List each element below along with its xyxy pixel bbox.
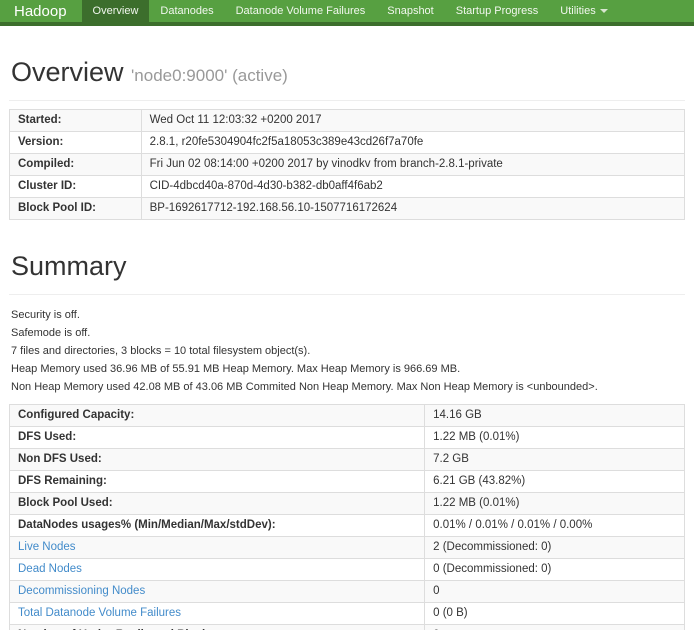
info-value-cluster-id: CID-4dbcd40a-870d-4d30-b382-db0aff4f6ab2 — [141, 176, 684, 198]
summary-heading: Summary — [11, 251, 685, 282]
tab-utilities-dropdown[interactable]: Utilities — [549, 0, 618, 22]
info-label-block-pool-id: Block Pool ID: — [10, 198, 142, 220]
info-value-block-pool-id: BP-1692617712-192.168.56.10-150771617262… — [141, 198, 684, 220]
table-row: Block Pool ID: BP-1692617712-192.168.56.… — [10, 198, 685, 220]
summary-label-configured-capacity: Configured Capacity: — [10, 405, 425, 427]
summary-value-live-nodes: 2 (Decommissioned: 0) — [425, 537, 685, 559]
summary-status-lines: Security is off. Safemode is off. 7 file… — [11, 309, 685, 394]
summary-value-datanode-usages: 0.01% / 0.01% / 0.01% / 0.00% — [425, 515, 685, 537]
live-nodes-link[interactable]: Live Nodes — [18, 541, 76, 553]
info-value-compiled: Fri Jun 02 08:14:00 +0200 2017 by vinodk… — [141, 154, 684, 176]
decommissioning-nodes-link[interactable]: Decommissioning Nodes — [18, 585, 145, 597]
summary-label-dfs-remaining: DFS Remaining: — [10, 471, 425, 493]
table-row: Compiled: Fri Jun 02 08:14:00 +0200 2017… — [10, 154, 685, 176]
table-row: Live Nodes 2 (Decommissioned: 0) — [10, 537, 685, 559]
overview-title: Overview — [11, 57, 124, 87]
summary-table: Configured Capacity: 14.16 GB DFS Used: … — [9, 404, 685, 630]
navbar-brand[interactable]: Hadoop — [0, 0, 82, 22]
overview-heading: Overview 'node0:9000' (active) — [11, 57, 685, 88]
summary-label-dfs-used: DFS Used: — [10, 427, 425, 449]
non-heap-memory-status: Non Heap Memory used 42.08 MB of 43.06 M… — [11, 381, 685, 394]
summary-value-decommissioning-nodes: 0 — [425, 581, 685, 603]
table-row: Number of Under-Replicated Blocks 0 — [10, 625, 685, 630]
tab-overview[interactable]: Overview — [82, 0, 150, 22]
summary-value-non-dfs-used: 7.2 GB — [425, 449, 685, 471]
summary-value-volume-failures: 0 (0 B) — [425, 603, 685, 625]
summary-value-dfs-used: 1.22 MB (0.01%) — [425, 427, 685, 449]
filesystem-objects-status: 7 files and directories, 3 blocks = 10 t… — [11, 345, 685, 358]
total-datanode-volume-failures-link[interactable]: Total Datanode Volume Failures — [18, 607, 181, 619]
safemode-status: Safemode is off. — [11, 327, 685, 340]
summary-value-dead-nodes: 0 (Decommissioned: 0) — [425, 559, 685, 581]
tab-utilities-label: Utilities — [560, 5, 595, 17]
table-row: Version: 2.8.1, r20fe5304904fc2f5a18053c… — [10, 132, 685, 154]
info-label-version: Version: — [10, 132, 142, 154]
caret-down-icon — [600, 9, 608, 13]
tab-snapshot[interactable]: Snapshot — [376, 0, 444, 22]
summary-value-under-replicated-blocks: 0 — [425, 625, 685, 630]
namenode-address: 'node0:9000' (active) — [131, 66, 288, 85]
info-value-started: Wed Oct 11 12:03:32 +0200 2017 — [141, 110, 684, 132]
table-row: DFS Remaining: 6.21 GB (43.82%) — [10, 471, 685, 493]
security-status: Security is off. — [11, 309, 685, 322]
summary-value-configured-capacity: 14.16 GB — [425, 405, 685, 427]
heading-divider — [9, 294, 685, 295]
table-row: DataNodes usages% (Min/Median/Max/stdDev… — [10, 515, 685, 537]
tab-startup-progress[interactable]: Startup Progress — [445, 0, 550, 22]
info-value-version: 2.8.1, r20fe5304904fc2f5a18053c389e43cd2… — [141, 132, 684, 154]
table-row: Dead Nodes 0 (Decommissioned: 0) — [10, 559, 685, 581]
summary-value-block-pool-used: 1.22 MB (0.01%) — [425, 493, 685, 515]
table-row: Decommissioning Nodes 0 — [10, 581, 685, 603]
summary-label-non-dfs-used: Non DFS Used: — [10, 449, 425, 471]
info-label-started: Started: — [10, 110, 142, 132]
table-row: Started: Wed Oct 11 12:03:32 +0200 2017 — [10, 110, 685, 132]
info-label-compiled: Compiled: — [10, 154, 142, 176]
top-navbar: Hadoop Overview Datanodes Datanode Volum… — [0, 0, 694, 26]
heading-divider — [9, 100, 685, 101]
table-row: Cluster ID: CID-4dbcd40a-870d-4d30-b382-… — [10, 176, 685, 198]
namenode-info-table: Started: Wed Oct 11 12:03:32 +0200 2017 … — [9, 109, 685, 220]
table-row: DFS Used: 1.22 MB (0.01%) — [10, 427, 685, 449]
table-row: Configured Capacity: 14.16 GB — [10, 405, 685, 427]
summary-value-dfs-remaining: 6.21 GB (43.82%) — [425, 471, 685, 493]
dead-nodes-link[interactable]: Dead Nodes — [18, 563, 82, 575]
page-content: Overview 'node0:9000' (active) Started: … — [0, 57, 694, 630]
tab-datanodes[interactable]: Datanodes — [149, 0, 224, 22]
info-label-cluster-id: Cluster ID: — [10, 176, 142, 198]
table-row: Non DFS Used: 7.2 GB — [10, 449, 685, 471]
tab-datanode-volume-failures[interactable]: Datanode Volume Failures — [225, 0, 377, 22]
summary-label-under-replicated-blocks: Number of Under-Replicated Blocks — [10, 625, 425, 630]
table-row: Total Datanode Volume Failures 0 (0 B) — [10, 603, 685, 625]
heap-memory-status: Heap Memory used 36.96 MB of 55.91 MB He… — [11, 363, 685, 376]
summary-label-block-pool-used: Block Pool Used: — [10, 493, 425, 515]
table-row: Block Pool Used: 1.22 MB (0.01%) — [10, 493, 685, 515]
summary-label-datanode-usages: DataNodes usages% (Min/Median/Max/stdDev… — [10, 515, 425, 537]
